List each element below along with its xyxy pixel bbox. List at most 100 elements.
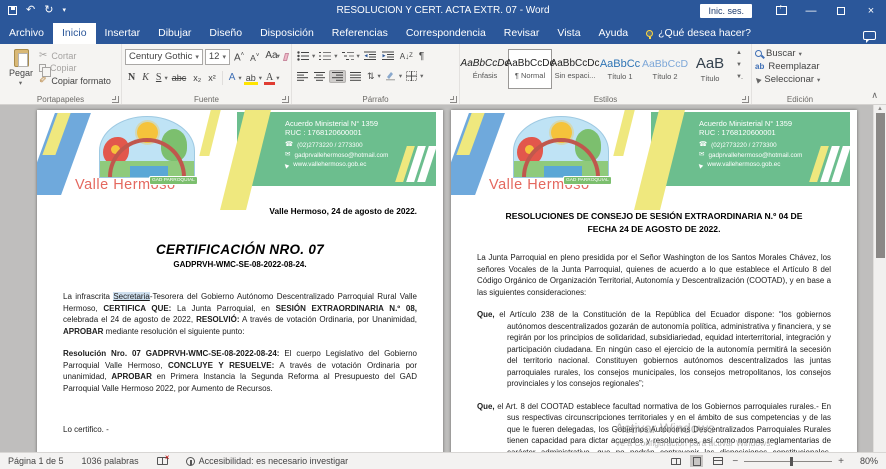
find-dropdown-icon[interactable]: ▾	[799, 50, 802, 58]
tab-ayuda[interactable]: Ayuda	[590, 23, 638, 44]
multilevel-list-button[interactable]	[340, 50, 356, 62]
style-titulo[interactable]: AaBTítulo	[688, 49, 732, 89]
vertical-scrollbar[interactable]: ▲	[873, 105, 886, 452]
multilevel-dropdown-icon[interactable]: ▾	[357, 52, 360, 60]
tell-me-box[interactable]: ¿Qué desea hacer?	[637, 23, 760, 44]
cut-button[interactable]: ✂Cortar	[39, 50, 111, 61]
minimize-button[interactable]: —	[796, 0, 826, 21]
bullets-dropdown-icon[interactable]: ▾	[312, 52, 315, 60]
borders-dropdown-icon[interactable]: ▾	[420, 72, 423, 80]
restore-button[interactable]	[826, 0, 856, 21]
font-dialog-launcher[interactable]	[282, 96, 289, 103]
find-button[interactable]: Buscar▾	[755, 48, 845, 59]
change-case-button[interactable]: Aa▾	[263, 48, 282, 65]
increase-indent-button[interactable]	[380, 50, 396, 62]
font-color-button[interactable]: A	[263, 70, 276, 86]
shading-dropdown-icon[interactable]: ▾	[399, 72, 402, 80]
line-spacing-button[interactable]: ⇅	[365, 70, 377, 83]
shrink-font-button[interactable]: A˅	[248, 48, 261, 66]
tab-inicio[interactable]: Inicio	[53, 23, 96, 44]
web-layout-button[interactable]	[711, 455, 724, 467]
styles-dialog-launcher[interactable]	[742, 96, 749, 103]
print-layout-button[interactable]	[690, 455, 703, 467]
zoom-in-button[interactable]: +	[838, 456, 844, 467]
customize-qat-icon[interactable]: ▾	[62, 7, 66, 14]
styles-scroll-down-icon[interactable]: ▼	[736, 62, 742, 68]
show-marks-button[interactable]: ¶	[417, 50, 426, 63]
tab-vista[interactable]: Vista	[548, 23, 589, 44]
tab-disposicion[interactable]: Disposición	[251, 23, 323, 44]
tab-diseno[interactable]: Diseño	[200, 23, 251, 44]
paste-dropdown-icon[interactable]: ▾	[19, 79, 22, 87]
tab-correspondencia[interactable]: Correspondencia	[397, 23, 495, 44]
style-titulo2[interactable]: AaBbCcDTítulo 2	[643, 49, 687, 89]
style-titulo1[interactable]: AaBbCcTítulo 1	[598, 49, 642, 89]
tab-insertar[interactable]: Insertar	[96, 23, 150, 44]
highlight-color-button[interactable]: ab	[243, 70, 259, 86]
accessibility-status[interactable]: Accesibilidad: es necesario investigar	[186, 456, 349, 466]
scroll-up-icon[interactable]: ▲	[877, 106, 883, 112]
font-color-dropdown-icon[interactable]: ▾	[276, 74, 279, 82]
decrease-indent-button[interactable]	[362, 50, 378, 62]
bullets-button[interactable]	[295, 50, 311, 62]
grow-font-button[interactable]: A˄	[232, 47, 246, 66]
underline-dropdown-icon[interactable]: ▾	[164, 74, 167, 82]
style-enfasis[interactable]: AaBbCcDcÉnfasis	[463, 49, 507, 89]
sign-in-button[interactable]: Inic. ses.	[700, 4, 752, 18]
page-2[interactable]: Acuerdo Ministerial N° 1359 RUC : 176812…	[451, 110, 857, 452]
tab-referencias[interactable]: Referencias	[323, 23, 397, 44]
borders-button[interactable]	[404, 70, 419, 82]
justify-button[interactable]	[348, 71, 363, 82]
zoom-slider[interactable]	[744, 461, 832, 462]
bold-button[interactable]: N	[125, 70, 138, 86]
paragraph-dialog-launcher[interactable]	[450, 96, 457, 103]
text-effects-button[interactable]: A	[226, 70, 239, 86]
close-button[interactable]: ×	[856, 0, 886, 21]
ribbon-display-options-button[interactable]	[766, 0, 796, 21]
page-1[interactable]: Acuerdo Ministerial N° 1359 RUC : 176812…	[37, 110, 443, 452]
line-spacing-dropdown-icon[interactable]: ▾	[378, 72, 381, 80]
align-left-button[interactable]	[295, 71, 310, 82]
tab-revisar[interactable]: Revisar	[495, 23, 549, 44]
tab-archivo[interactable]: Archivo	[0, 23, 53, 44]
styles-more-icon[interactable]: ▼̱	[736, 74, 742, 80]
font-family-select[interactable]: Century Gothic▾	[125, 49, 203, 65]
italic-button[interactable]: K	[139, 70, 152, 86]
zoom-slider-thumb[interactable]	[790, 457, 793, 466]
feedback-icon[interactable]	[863, 31, 876, 40]
style-normal[interactable]: AaBbCcDc¶ Normal	[508, 49, 552, 89]
read-mode-button[interactable]	[669, 455, 682, 467]
styles-scroll-up-icon[interactable]: ▲	[736, 50, 742, 56]
redo-icon[interactable]: ↻	[44, 5, 53, 16]
select-dropdown-icon[interactable]: ▾	[817, 76, 820, 84]
highlight-dropdown-icon[interactable]: ▾	[259, 74, 262, 82]
tab-dibujar[interactable]: Dibujar	[149, 23, 200, 44]
font-size-select[interactable]: 12▾	[205, 49, 230, 65]
text-effects-dropdown-icon[interactable]: ▾	[238, 74, 241, 82]
numbering-dropdown-icon[interactable]: ▾	[334, 52, 337, 60]
select-button[interactable]: ▶Seleccionar▾	[755, 74, 845, 85]
word-count[interactable]: 1036 palabras	[82, 456, 139, 466]
clipboard-dialog-launcher[interactable]	[112, 96, 119, 103]
proofing-status[interactable]	[157, 457, 168, 465]
copy-button[interactable]: Copiar	[39, 63, 111, 73]
page-indicator[interactable]: Página 1 de 5	[8, 456, 64, 466]
replace-button[interactable]: abReemplazar	[755, 61, 845, 72]
strikethrough-button[interactable]: abc	[169, 70, 190, 86]
collapse-ribbon-button[interactable]: ∧	[871, 90, 878, 101]
subscript-button[interactable]: x₂	[190, 70, 204, 86]
scrollbar-thumb[interactable]	[876, 113, 885, 258]
clear-formatting-icon[interactable]	[283, 53, 289, 61]
superscript-button[interactable]: x²	[205, 70, 219, 86]
sort-button[interactable]: A↓Z	[398, 51, 415, 62]
style-sin-espaciado[interactable]: AaBbCcDcSin espaci...	[553, 49, 597, 89]
undo-icon[interactable]: ↶	[26, 5, 35, 16]
paste-button[interactable]: Pegar ▾	[3, 47, 39, 93]
save-icon[interactable]	[8, 6, 17, 15]
align-center-button[interactable]	[312, 71, 327, 82]
zoom-percentage[interactable]: 80%	[852, 456, 878, 466]
zoom-out-button[interactable]: −	[732, 456, 738, 467]
shading-button[interactable]	[383, 70, 398, 82]
align-right-button[interactable]	[329, 70, 346, 83]
underline-button[interactable]: S	[153, 70, 165, 86]
